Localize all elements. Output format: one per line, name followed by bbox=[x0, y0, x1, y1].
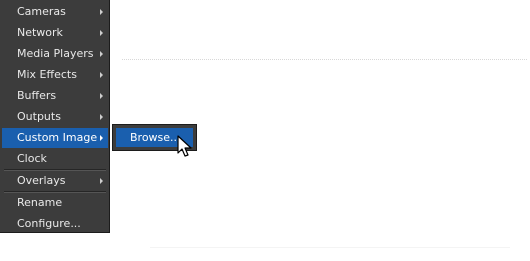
menu-item-configure[interactable]: Configure... bbox=[2, 214, 108, 234]
chevron-right-icon bbox=[100, 135, 103, 141]
menu-item-label: Media Players bbox=[17, 47, 94, 60]
menu-item-label: Mix Effects bbox=[17, 68, 77, 81]
menu-item-label: Network bbox=[17, 26, 63, 39]
menu-item-label: Rename bbox=[17, 196, 63, 209]
menu-item-label: Cameras bbox=[17, 5, 66, 18]
menu-item-overlays[interactable]: Overlays bbox=[2, 171, 108, 191]
chevron-right-icon bbox=[100, 30, 103, 36]
chevron-right-icon bbox=[100, 178, 103, 184]
chevron-right-icon bbox=[100, 9, 103, 15]
background-faint-guide bbox=[150, 247, 510, 248]
chevron-right-icon bbox=[100, 93, 103, 99]
menu-item-custom-image[interactable]: Custom Image bbox=[2, 128, 108, 148]
menu-item-label: Clock bbox=[17, 152, 47, 165]
menu-item-label: Overlays bbox=[17, 174, 66, 187]
menu-item-label: Custom Image bbox=[17, 131, 98, 144]
menu-item-label: Configure... bbox=[17, 217, 81, 230]
menu-item-outputs[interactable]: Outputs bbox=[2, 107, 108, 127]
menu-item-label: Buffers bbox=[17, 89, 57, 102]
chevron-right-icon bbox=[100, 72, 103, 78]
chevron-right-icon bbox=[100, 51, 103, 57]
menu-item-clock[interactable]: Clock bbox=[2, 149, 108, 169]
menu-item-buffers[interactable]: Buffers bbox=[2, 86, 108, 106]
menu-item-media-players[interactable]: Media Players bbox=[2, 44, 108, 64]
submenu-item-label: Browse... bbox=[130, 131, 181, 144]
menu-item-label: Outputs bbox=[17, 110, 61, 123]
menu-item-cameras[interactable]: Cameras bbox=[2, 2, 108, 22]
menu-item-rename[interactable]: Rename bbox=[2, 193, 108, 213]
context-menu: Cameras Network Media Players Mix Effect… bbox=[0, 0, 110, 233]
mouse-cursor-icon bbox=[177, 135, 192, 157]
menu-item-network[interactable]: Network bbox=[2, 23, 108, 43]
background-dotted-guide bbox=[122, 59, 527, 60]
chevron-right-icon bbox=[100, 114, 103, 120]
menu-item-mix-effects[interactable]: Mix Effects bbox=[2, 65, 108, 85]
